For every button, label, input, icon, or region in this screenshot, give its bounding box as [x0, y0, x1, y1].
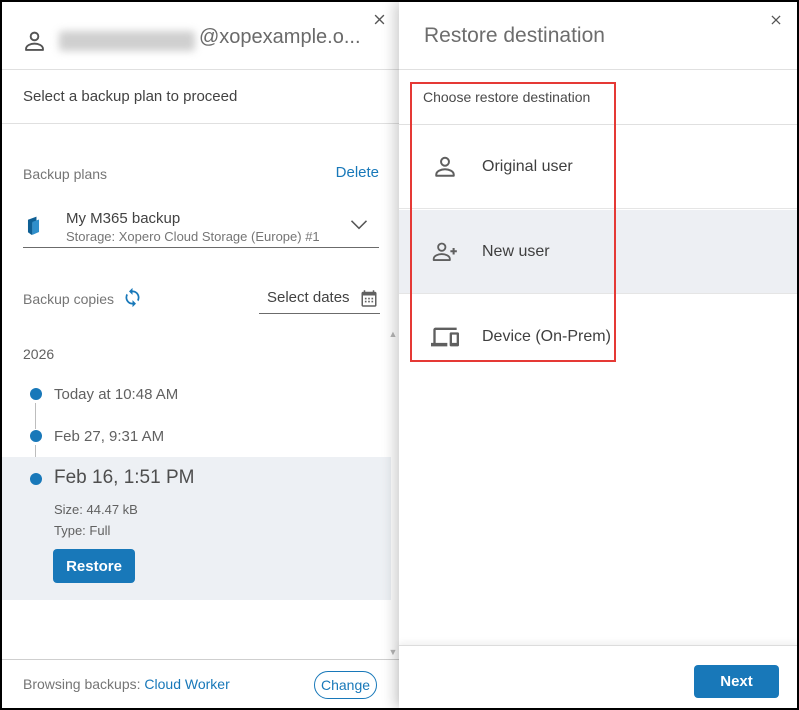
backup-copy-item-selected[interactable]: Feb 16, 1:51 PM	[54, 467, 194, 489]
backup-size: Size: 44.47 kB	[54, 502, 138, 517]
backup-plans-label: Backup plans	[23, 166, 108, 182]
dialog-subtitle: Select a backup plan to proceed	[2, 70, 399, 124]
backup-plan-dialog: @xopexample.o... Select a backup plan to…	[2, 2, 399, 708]
person-icon	[21, 28, 48, 60]
backup-copies-label: Backup copies	[23, 291, 115, 307]
browsing-backups-label: Browsing backups:	[23, 676, 141, 692]
select-dates-control[interactable]: Select dates	[259, 285, 380, 314]
backup-plan-select[interactable]: My M365 backup Storage: Xopero Cloud Sto…	[23, 206, 379, 248]
choose-destination-label: Choose restore destination	[423, 89, 591, 105]
timeline-year: 2026	[23, 346, 55, 362]
scrollbar-up-icon[interactable]: ▲	[388, 330, 398, 339]
panel-title: Restore destination	[424, 24, 605, 47]
restore-destination-panel: Restore destination Choose restore desti…	[399, 2, 797, 708]
destination-option-device[interactable]: Device (On-Prem)	[399, 295, 797, 379]
backup-type: Type: Full	[54, 523, 111, 538]
destination-option-new-user[interactable]: New user	[399, 210, 797, 294]
plan-name: My M365 backup	[66, 210, 181, 227]
browsing-backups-text: Browsing backups: Cloud Worker	[23, 676, 230, 692]
backup-dialog-header: @xopexample.o...	[2, 2, 399, 70]
restore-destination-footer: Next	[399, 645, 797, 708]
backup-copy-item[interactable]: Feb 27, 9:31 AM	[54, 428, 164, 445]
destination-option-original-user[interactable]: Original user	[399, 125, 797, 209]
app-window: @xopexample.o... Select a backup plan to…	[0, 0, 799, 710]
restore-destination-header: Restore destination	[399, 2, 797, 70]
backup-dialog-footer: Browsing backups: Cloud Worker Change	[2, 659, 399, 708]
scrollbar-down-icon[interactable]: ▼	[388, 648, 398, 657]
plan-storage: Storage: Xopero Cloud Storage (Europe) #…	[66, 229, 320, 244]
destination-option-label: Original user	[482, 157, 573, 175]
chevron-down-icon	[349, 218, 369, 236]
close-icon[interactable]	[372, 12, 388, 28]
delete-plan-button[interactable]: Delete	[336, 164, 379, 181]
person-add-icon	[431, 238, 459, 266]
select-dates-label: Select dates	[267, 289, 350, 306]
m365-icon	[25, 215, 42, 242]
change-worker-button[interactable]: Change	[314, 671, 377, 699]
timeline-dot	[30, 388, 42, 400]
close-icon[interactable]	[769, 13, 785, 29]
user-email-suffix: @xopexample.o...	[199, 26, 361, 48]
backup-copy-item[interactable]: Today at 10:48 AM	[54, 386, 178, 403]
destination-option-label: New user	[482, 242, 550, 260]
redacted-username	[59, 31, 195, 51]
destination-option-label: Device (On-Prem)	[482, 328, 611, 345]
browsing-worker-link[interactable]: Cloud Worker	[144, 676, 229, 692]
person-icon	[431, 153, 459, 181]
devices-icon	[431, 323, 459, 351]
sync-icon[interactable]	[122, 287, 143, 313]
restore-button[interactable]: Restore	[53, 549, 135, 583]
timeline-connector	[35, 403, 36, 429]
calendar-icon	[360, 289, 378, 313]
next-button[interactable]: Next	[694, 665, 779, 698]
timeline-dot	[30, 430, 42, 442]
timeline-dot	[30, 473, 42, 485]
